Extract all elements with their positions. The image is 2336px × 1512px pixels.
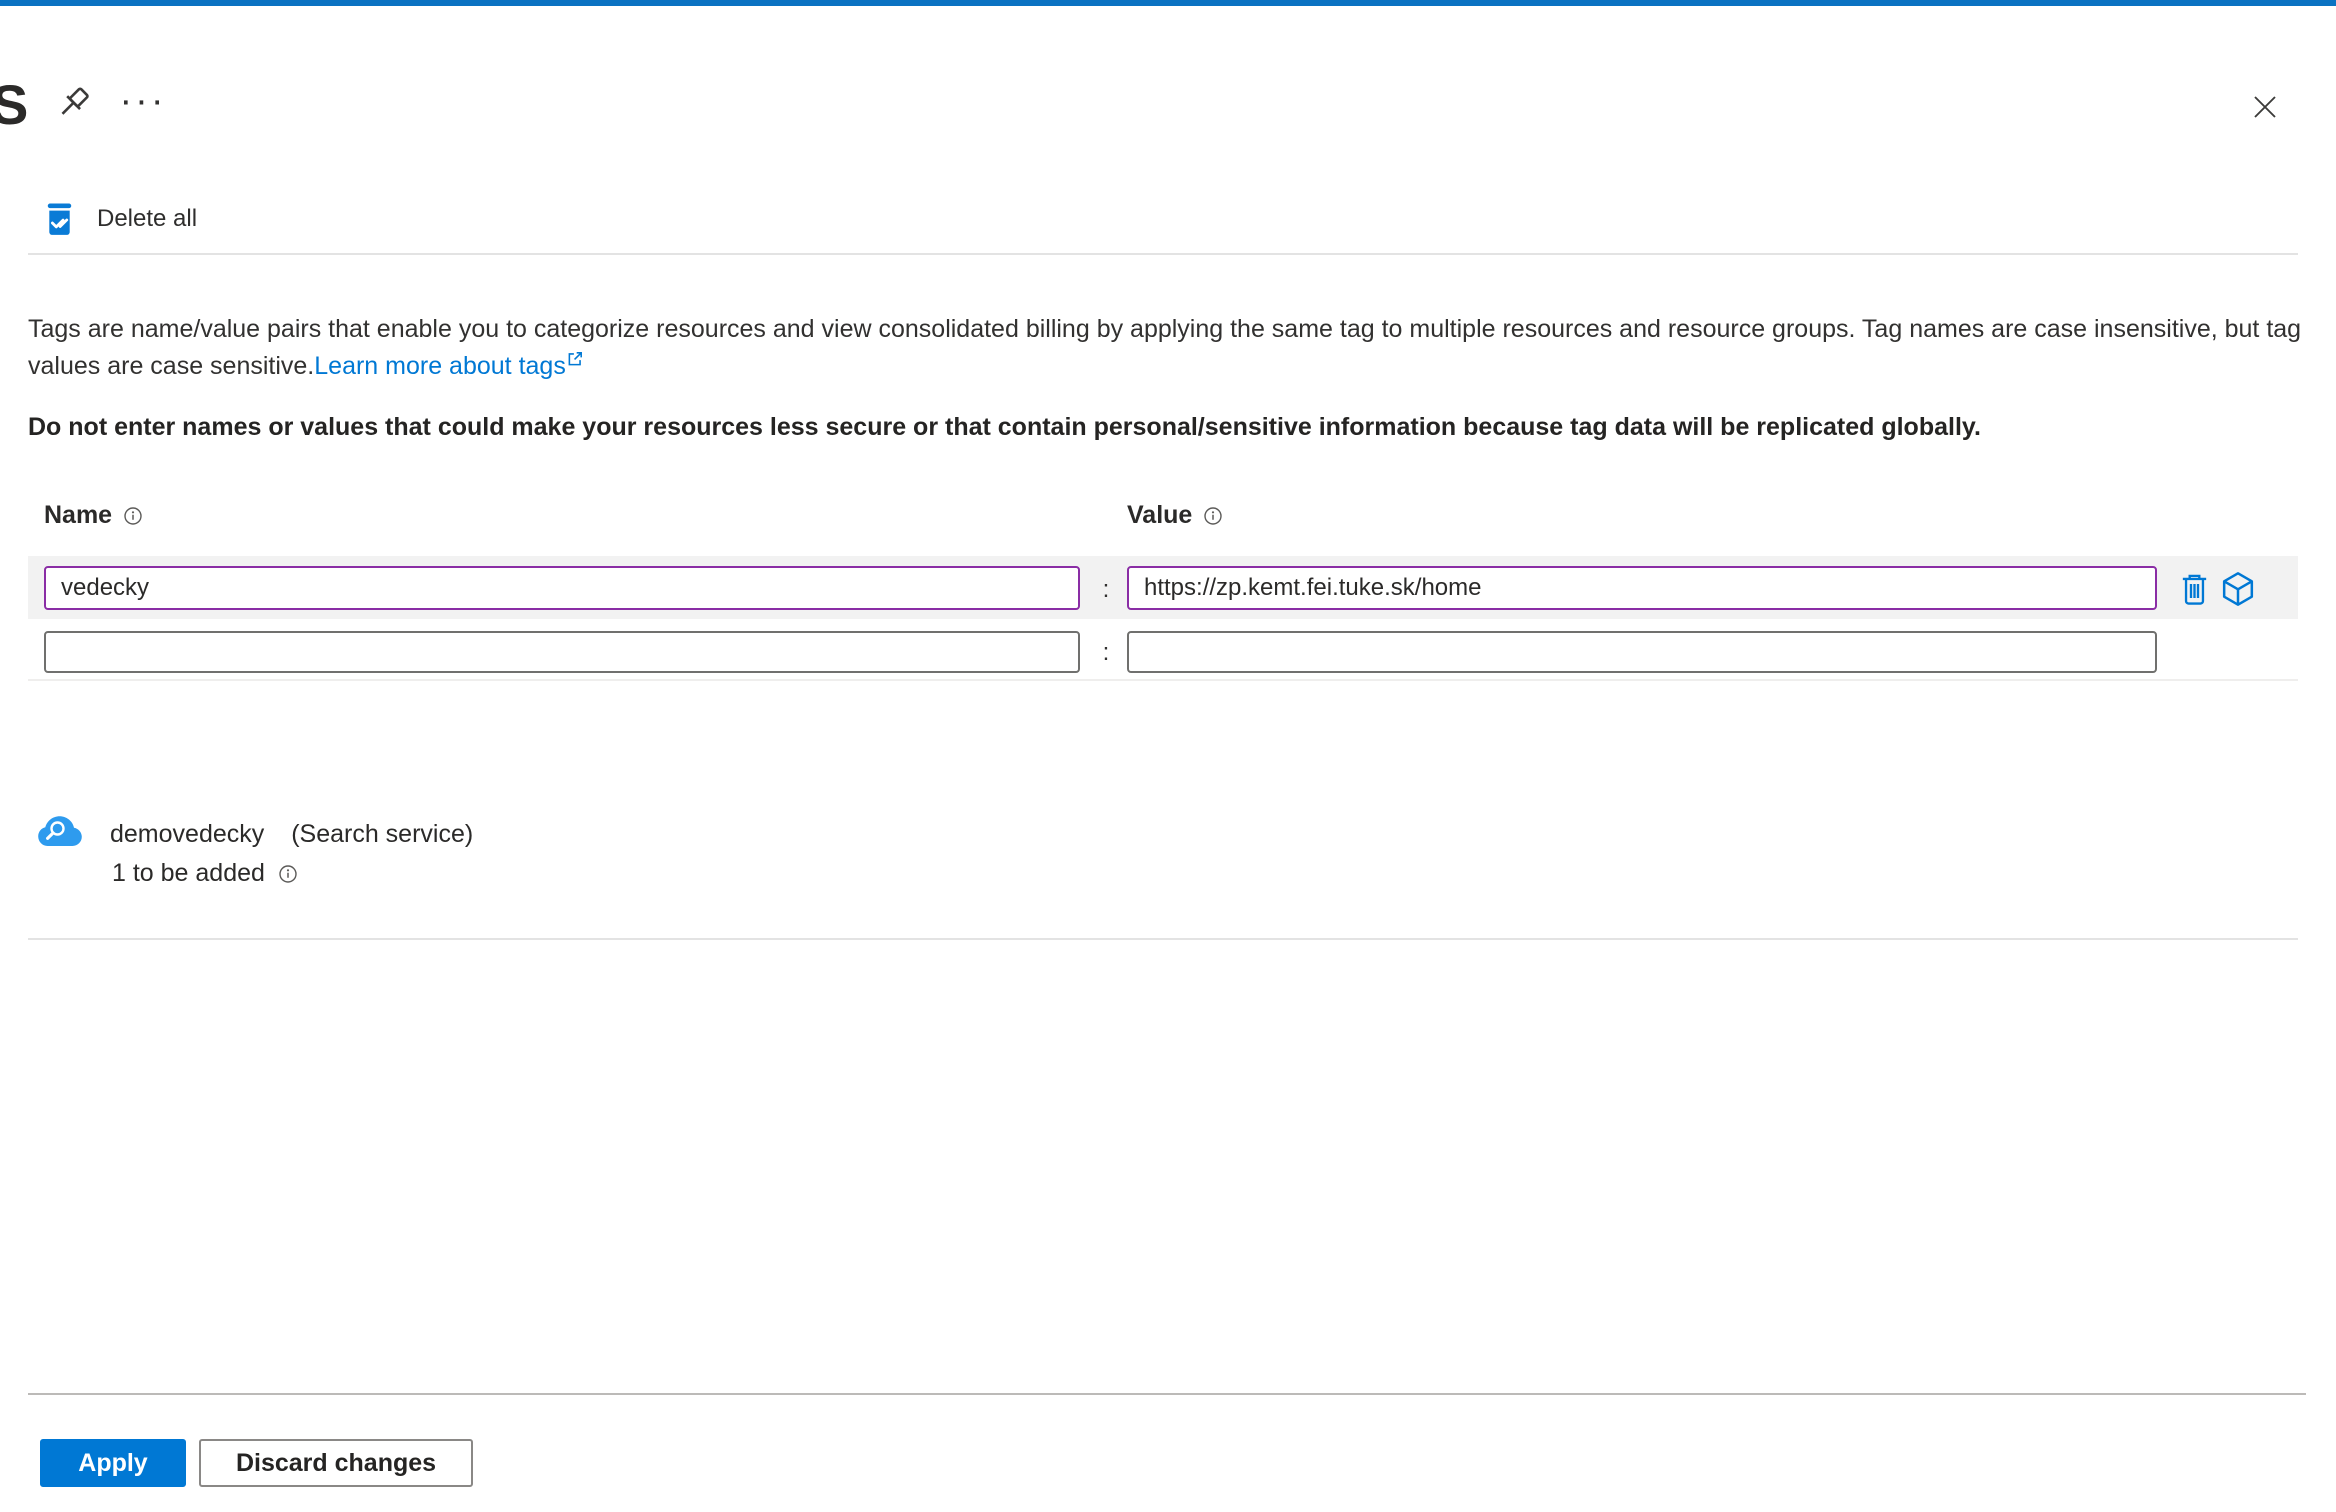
toolbar-divider [28,253,2298,255]
tags-grid-divider [28,679,2298,681]
value-column-header: Value [1127,501,1223,530]
status-info-button[interactable] [278,864,298,884]
external-link-icon [568,352,582,366]
learn-more-link[interactable]: Learn more about tags [314,352,566,380]
delete-all-label: Delete all [97,205,198,232]
tags-blade: S ··· Delete all Tags are name/value pai… [0,0,2336,1512]
name-header-label: Name [44,501,113,529]
discard-changes-button[interactable]: Discard changes [199,1439,473,1487]
close-blade-button[interactable] [2242,84,2288,130]
info-icon [1204,506,1223,525]
tags-warning-text: Do not enter names or values that could … [28,413,1981,441]
pin-button[interactable] [50,82,96,128]
search-service-resource-icon [37,813,83,854]
close-icon [2254,96,2276,118]
delete-tag-row-button[interactable] [2172,567,2216,611]
name-value-separator: : [1102,639,1110,666]
resource-type-label: (Search service) [291,820,474,848]
resource-status-row: 1 to be added [112,859,298,888]
tag-name-input-row1[interactable] [44,566,1080,610]
name-info-button[interactable] [123,506,143,526]
pushpin-icon [61,87,89,115]
resource-status-text: 1 to be added [112,859,265,887]
tags-description: Tags are name/value pairs that enable yo… [28,311,2314,385]
tag-name-input-row2[interactable] [44,631,1080,673]
tag-value-input-row1[interactable] [1127,566,2157,610]
tag-value-input-row2[interactable] [1127,631,2157,673]
cube-icon [2222,572,2254,606]
apply-button[interactable]: Apply [40,1439,186,1487]
resource-summary-row: demovedecky (Search service) [110,820,473,849]
info-icon [124,506,142,525]
trash-icon [2182,574,2206,605]
top-accent-bar [0,0,2336,6]
info-icon [279,864,297,883]
resource-section-divider [28,938,2298,940]
blade-title-partial: S [0,73,29,136]
value-header-label: Value [1127,501,1193,529]
apply-to-resource-group-button[interactable] [2216,567,2260,611]
name-column-header: Name [44,501,143,530]
footer-divider [28,1393,2306,1395]
ellipsis-icon: ··· [119,79,167,122]
name-value-separator: : [1102,576,1110,603]
more-commands-button[interactable]: ··· [116,74,170,128]
resource-name: demovedecky [110,820,265,848]
cloud-search-icon [38,816,82,846]
delete-all-button[interactable]: Delete all [44,202,197,236]
trash-checkmark-icon [47,203,72,235]
value-info-button[interactable] [1203,506,1223,526]
